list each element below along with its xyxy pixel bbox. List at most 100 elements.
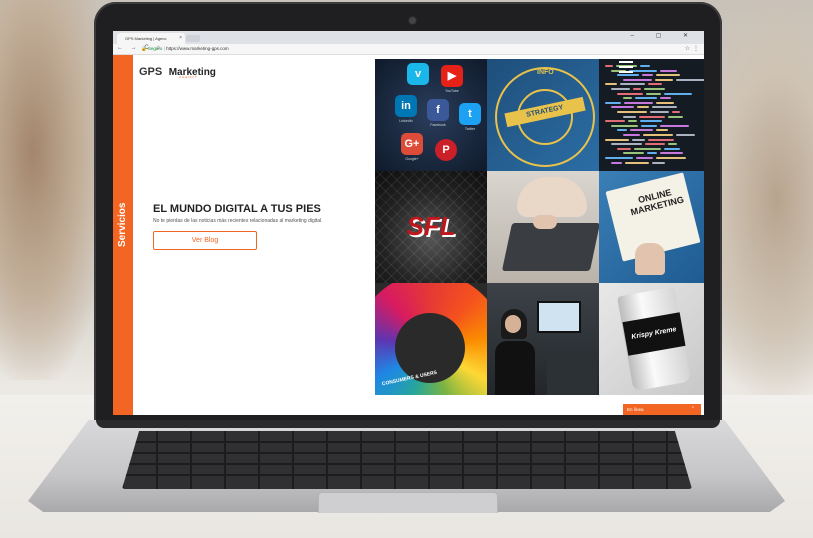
chevron-up-icon[interactable]: ⌃ bbox=[691, 404, 695, 415]
coffee-cup-tile[interactable]: Krispy Kreme bbox=[599, 283, 704, 395]
web-page: Servicios GPS Marketing AGENCY EL MUNDO … bbox=[113, 55, 704, 415]
new-tab-button[interactable] bbox=[186, 35, 200, 42]
code-line bbox=[672, 111, 680, 113]
person-face bbox=[505, 315, 521, 333]
code-line bbox=[647, 152, 657, 155]
linkedin-icon: in LinkedIn bbox=[395, 95, 417, 123]
camera-icon bbox=[409, 17, 416, 24]
facebook-icon: f Facebook bbox=[427, 99, 449, 127]
code-line bbox=[611, 161, 622, 164]
chat-widget[interactable]: En línea ⌃ bbox=[623, 404, 701, 415]
laptop-typing-tile[interactable] bbox=[487, 171, 599, 283]
twitter-icon: t Twitter bbox=[459, 103, 481, 131]
side-band: Servicios bbox=[113, 55, 133, 415]
code-line bbox=[617, 111, 647, 113]
code-line bbox=[624, 101, 653, 104]
code-line bbox=[655, 78, 673, 81]
code-line bbox=[623, 78, 652, 81]
hand-with-marker bbox=[635, 243, 665, 275]
second-person bbox=[547, 353, 597, 395]
secure-label: Seguro bbox=[147, 46, 163, 51]
consumer-wheel-tile[interactable]: CONSUMERS & USERS bbox=[375, 283, 487, 395]
code-line bbox=[660, 152, 683, 155]
view-blog-button[interactable]: Ver Blog bbox=[153, 231, 257, 250]
code-line bbox=[640, 65, 650, 67]
code-line bbox=[635, 97, 657, 100]
code-line bbox=[605, 83, 617, 86]
code-line bbox=[632, 138, 645, 141]
code-line bbox=[644, 88, 665, 90]
code-line bbox=[623, 152, 644, 155]
hero-subtitle: No te pierdas de las noticias más recien… bbox=[153, 218, 323, 224]
browser-tab-bar: GPS Marketing | Agenc × – ▢ ✕ bbox=[113, 31, 704, 44]
code-line bbox=[652, 106, 677, 109]
url-field[interactable]: 🔒 Seguro | https://www.marketing-gps.com bbox=[141, 45, 661, 53]
sfl-tile[interactable]: SFL bbox=[375, 171, 487, 283]
code-line bbox=[645, 143, 665, 146]
code-line bbox=[676, 78, 704, 81]
image-grid: v ▶ YouTube in LinkedIn f Facebook t Twitter… bbox=[375, 59, 704, 395]
close-tab-icon[interactable]: × bbox=[179, 33, 182, 44]
code-line bbox=[646, 92, 661, 95]
google-plus-icon: G+ Google+ bbox=[401, 133, 423, 161]
code-line bbox=[660, 124, 689, 127]
code-line bbox=[611, 106, 634, 109]
pinterest-icon: P bbox=[435, 139, 457, 161]
vimeo-icon: v bbox=[407, 63, 429, 85]
code-line bbox=[637, 106, 649, 109]
code-line bbox=[664, 92, 692, 95]
code-line bbox=[656, 157, 686, 159]
code-line bbox=[656, 129, 668, 132]
office-team-tile[interactable] bbox=[487, 283, 599, 395]
address-bar: ← → C ⌂ 🔒 Seguro | https://www.marketing… bbox=[113, 44, 704, 55]
code-line bbox=[611, 143, 642, 146]
code-line bbox=[605, 157, 633, 159]
laptop-screen: GPS Marketing | Agenc × – ▢ ✕ ← → C ⌂ 🔒 … bbox=[113, 31, 704, 415]
site-logo[interactable]: GPS Marketing AGENCY bbox=[139, 62, 216, 82]
browser-menu-icon[interactable]: ⋮ bbox=[693, 45, 699, 52]
code-line bbox=[643, 134, 673, 136]
browser-tab[interactable]: GPS Marketing | Agenc × bbox=[117, 33, 185, 44]
code-line bbox=[617, 129, 627, 132]
services-tab[interactable]: Servicios bbox=[113, 195, 133, 255]
code-line bbox=[668, 143, 677, 146]
online-marketing-tile[interactable]: ONLINE MARKETING bbox=[599, 171, 704, 283]
youtube-icon: ▶ YouTube bbox=[441, 65, 463, 93]
code-line bbox=[642, 74, 653, 77]
code-line bbox=[652, 161, 665, 164]
bookmark-star-icon[interactable]: ☆ bbox=[685, 45, 690, 52]
code-line bbox=[660, 97, 671, 100]
person-arm bbox=[517, 177, 587, 217]
hero-title: EL MUNDO DIGITAL A TUS PIES bbox=[153, 203, 321, 215]
logo-subtitle: AGENCY bbox=[179, 75, 198, 79]
code-line bbox=[648, 138, 674, 141]
code-line bbox=[633, 88, 641, 90]
code-line bbox=[611, 124, 638, 127]
code-line bbox=[605, 101, 621, 104]
code-line bbox=[656, 74, 680, 77]
code-line bbox=[668, 115, 683, 118]
hamburger-menu-icon[interactable] bbox=[619, 61, 633, 73]
code-line bbox=[630, 129, 653, 132]
code-line bbox=[634, 147, 661, 150]
chat-label: En línea bbox=[627, 407, 644, 412]
hand bbox=[533, 215, 557, 229]
strategy-tile[interactable]: STRATEGY INFO bbox=[487, 59, 599, 171]
code-line bbox=[664, 147, 680, 150]
code-line bbox=[617, 147, 631, 150]
person-body bbox=[495, 341, 535, 395]
window-controls[interactable]: – ▢ ✕ bbox=[631, 32, 698, 39]
code-line bbox=[648, 83, 662, 86]
social-media-tile[interactable]: v ▶ YouTube in LinkedIn f Facebook t Twitter… bbox=[375, 59, 487, 171]
code-tile[interactable] bbox=[599, 59, 704, 171]
lock-icon: 🔒 bbox=[141, 46, 147, 51]
laptop-keyboard-photo bbox=[501, 223, 599, 271]
code-line bbox=[639, 115, 665, 118]
code-line bbox=[676, 134, 695, 136]
trackpad bbox=[318, 492, 498, 513]
code-line bbox=[623, 134, 640, 136]
code-line bbox=[620, 83, 645, 86]
code-line bbox=[640, 120, 662, 123]
code-line bbox=[623, 115, 636, 118]
code-line bbox=[628, 120, 637, 123]
